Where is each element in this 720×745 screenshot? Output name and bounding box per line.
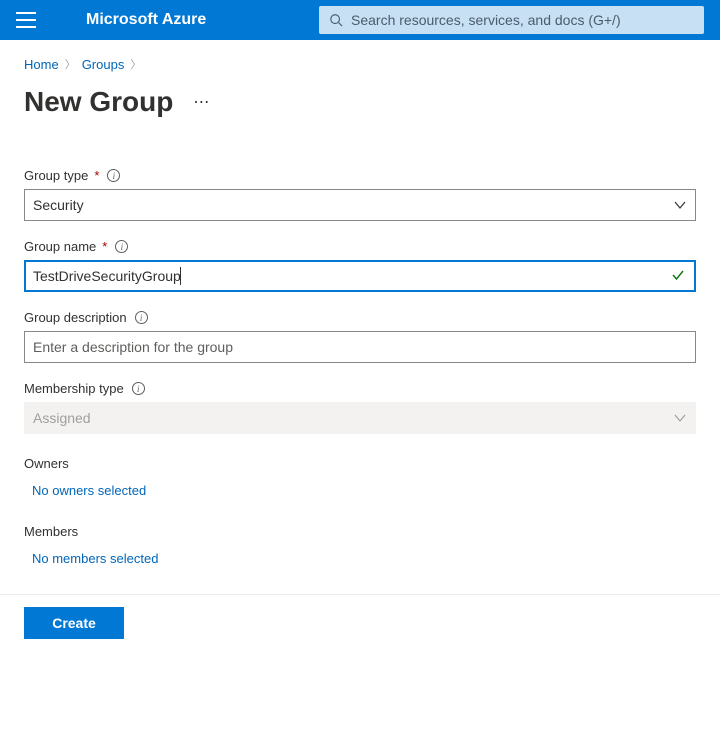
select-group-type[interactable]: Security (24, 189, 696, 221)
select-membership-type: Assigned (24, 402, 696, 434)
select-value: Security (33, 197, 84, 213)
chevron-right-icon: 〉 (65, 56, 76, 72)
members-link[interactable]: No members selected (32, 551, 696, 566)
create-button[interactable]: Create (24, 607, 124, 639)
content-area: Home 〉 Groups 〉 New Group ⋯ Group type *… (0, 40, 720, 588)
breadcrumb: Home 〉 Groups 〉 (24, 56, 696, 72)
required-mark: * (102, 239, 107, 254)
info-icon[interactable]: i (135, 311, 148, 324)
checkmark-icon (671, 268, 685, 285)
field-group-name: Group name * i TestDriveSecurityGroup (24, 239, 696, 292)
breadcrumb-home[interactable]: Home (24, 57, 59, 72)
input-group-description[interactable] (24, 331, 696, 363)
page-title: New Group (24, 86, 173, 118)
info-icon[interactable]: i (115, 240, 128, 253)
label-membership-type: Membership type i (24, 381, 696, 396)
description-input[interactable] (33, 339, 687, 355)
input-group-name[interactable]: TestDriveSecurityGroup (24, 260, 696, 292)
members-label: Members (24, 524, 696, 539)
text-cursor (180, 267, 181, 285)
chevron-right-icon: 〉 (130, 56, 141, 72)
required-mark: * (94, 168, 99, 183)
top-header: Microsoft Azure (0, 0, 720, 40)
global-search[interactable] (319, 6, 704, 34)
title-row: New Group ⋯ (24, 86, 696, 118)
search-input[interactable] (351, 12, 694, 28)
more-icon[interactable]: ⋯ (189, 88, 214, 116)
brand-logo: Microsoft Azure (86, 11, 206, 29)
info-icon[interactable]: i (107, 169, 120, 182)
chevron-down-icon (673, 411, 687, 425)
new-group-form: Group type * i Security Group name * i T… (24, 168, 696, 588)
field-group-type: Group type * i Security (24, 168, 696, 221)
owners-label: Owners (24, 456, 696, 471)
search-icon (329, 13, 343, 27)
footer: Create (0, 595, 720, 651)
label-group-name: Group name * i (24, 239, 696, 254)
chevron-down-icon (673, 198, 687, 212)
owners-link[interactable]: No owners selected (32, 483, 696, 498)
field-membership-type: Membership type i Assigned (24, 381, 696, 434)
field-group-description: Group description i (24, 310, 696, 363)
select-value: Assigned (33, 410, 91, 426)
breadcrumb-groups[interactable]: Groups (82, 57, 125, 72)
info-icon[interactable]: i (132, 382, 145, 395)
label-group-description: Group description i (24, 310, 696, 325)
label-group-type: Group type * i (24, 168, 696, 183)
hamburger-icon[interactable] (16, 12, 36, 28)
